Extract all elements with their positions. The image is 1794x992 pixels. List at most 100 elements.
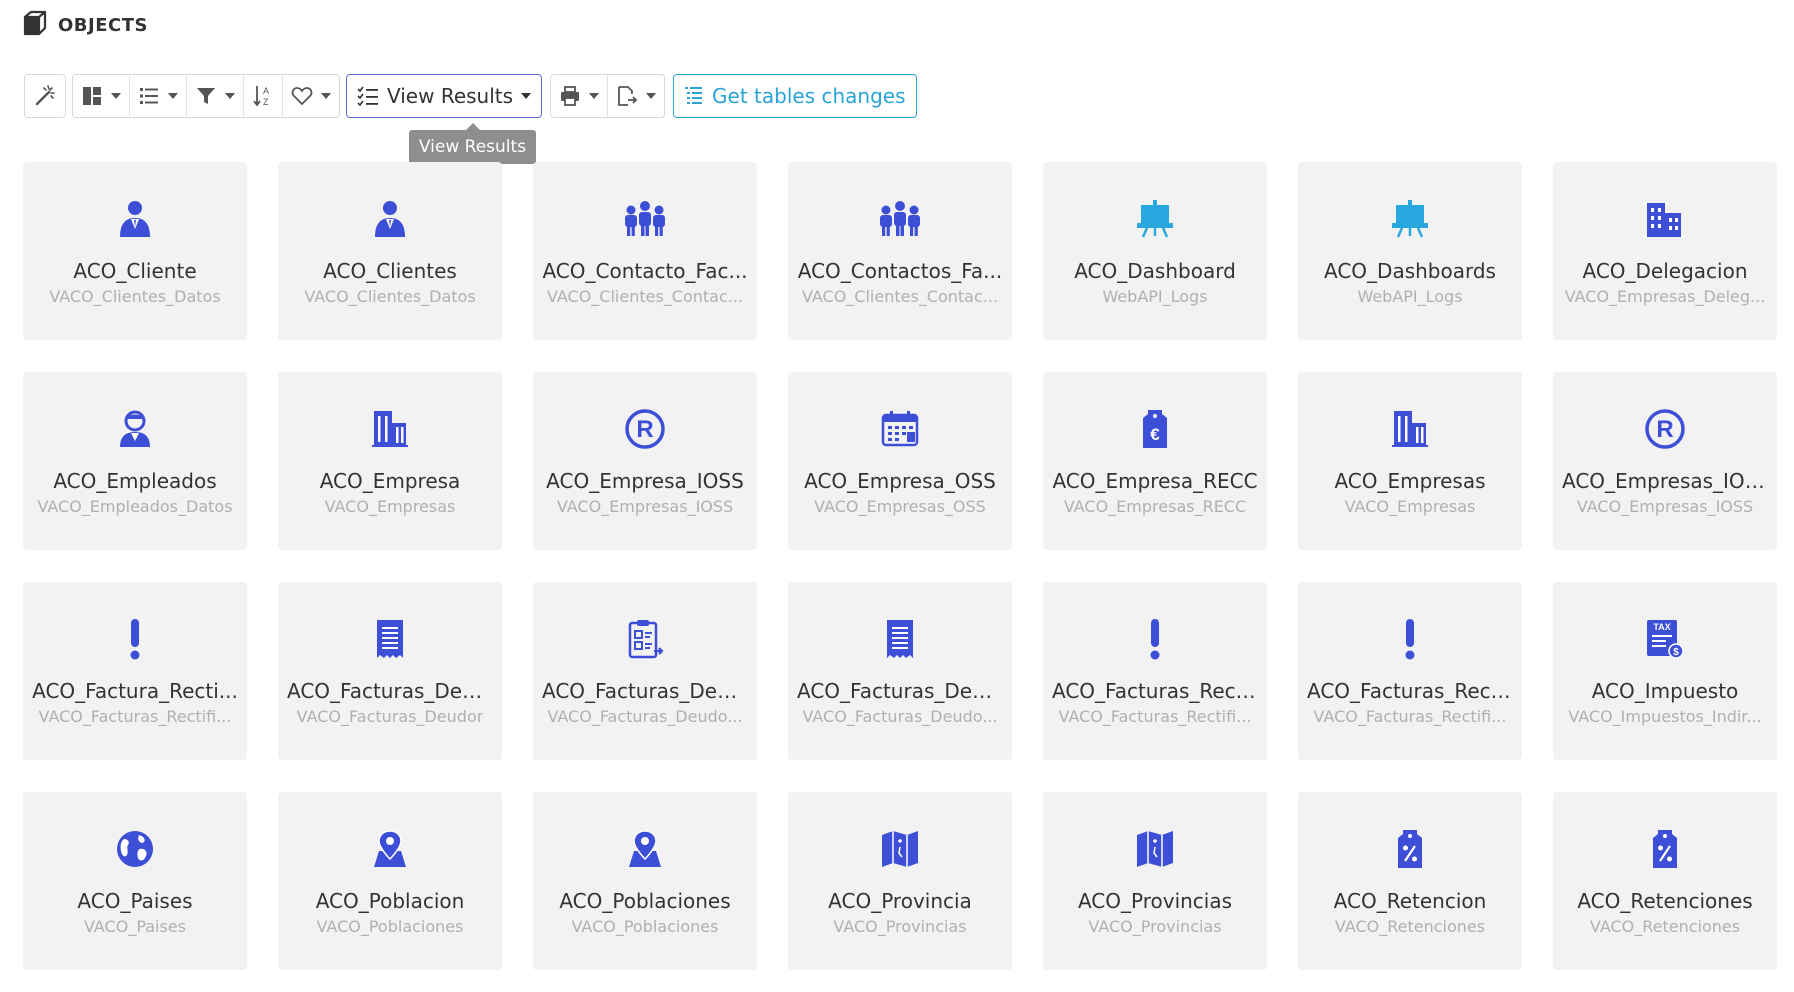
object-card[interactable]: R ACO_Empresas_IOSS VACO_Empresas_IOSS <box>1553 372 1777 550</box>
page-header: OBJECTS <box>22 10 148 40</box>
presentation-board-icon <box>1132 196 1178 242</box>
list-icon <box>140 88 158 104</box>
export-file-icon <box>618 86 638 106</box>
object-card[interactable]: ACO_Clientes VACO_Clientes_Datos <box>278 162 502 340</box>
sort-button[interactable]: A Z <box>244 75 283 117</box>
object-card[interactable]: R ACO_Empresa_IOSS VACO_Empresas_IOSS <box>533 372 757 550</box>
chevron-down-icon <box>321 93 331 99</box>
svg-text:R: R <box>1656 416 1673 443</box>
person-icon <box>367 196 413 242</box>
object-card[interactable]: ACO_Cliente VACO_Clientes_Datos <box>23 162 247 340</box>
filter-button[interactable] <box>187 75 244 117</box>
object-card[interactable]: ACO_Dashboard WebAPI_Logs <box>1043 162 1267 340</box>
export-button[interactable] <box>608 75 664 117</box>
object-card[interactable]: ACO_Facturas_Rect... VACO_Facturas_Rectif… <box>1298 582 1522 760</box>
object-name: ACO_Poblacion <box>315 889 465 913</box>
object-card[interactable]: ACO_Facturas_Deu... VACO_Facturas_Deudo..… <box>788 582 1012 760</box>
object-card[interactable]: ACO_Empresas VACO_Empresas <box>1298 372 1522 550</box>
object-source: VACO_Empleados_Datos <box>37 497 233 516</box>
object-name: ACO_Factura_Recti... <box>32 679 238 703</box>
object-card[interactable]: ACO_Poblaciones VACO_Poblaciones <box>533 792 757 970</box>
person-icon <box>112 196 158 242</box>
object-name: ACO_Poblaciones <box>559 889 731 913</box>
tax-document-icon: TAX $ <box>1642 616 1688 662</box>
object-card[interactable]: € ACO_Empresa_RECC VACO_Empresas_RECC <box>1043 372 1267 550</box>
object-name: ACO_Retenciones <box>1577 889 1753 913</box>
object-name: ACO_Facturas_Rect... <box>1052 679 1258 703</box>
list-button[interactable] <box>130 75 187 117</box>
view-results-button[interactable]: View Results <box>346 74 543 118</box>
object-source: VACO_Poblaciones <box>571 917 719 936</box>
object-name: ACO_Facturas_Deu... <box>797 679 1003 703</box>
table-changes-icon <box>685 87 703 104</box>
object-card[interactable]: ACO_Provincia VACO_Provincias <box>788 792 1012 970</box>
object-name: ACO_Cliente <box>73 259 197 283</box>
object-card[interactable]: ACO_Facturas_Deu... VACO_Facturas_Deudo..… <box>533 582 757 760</box>
objects-grid: ACO_Cliente VACO_Clientes_Datos ACO_Client… <box>23 162 1777 970</box>
presentation-board-icon <box>1387 196 1433 242</box>
object-card[interactable]: ACO_Facturas_Rect... VACO_Facturas_Rectif… <box>1043 582 1267 760</box>
view-options-group: A Z <box>72 74 340 118</box>
magic-wand-icon <box>35 85 55 106</box>
chevron-down-icon <box>589 93 600 99</box>
object-name: ACO_Provincia <box>828 889 972 913</box>
chevron-down-icon <box>225 93 235 99</box>
employee-icon <box>112 406 158 452</box>
object-card[interactable]: ACO_Facturas_Deu... VACO_Facturas_Deudor <box>278 582 502 760</box>
object-source: VACO_Provincias <box>833 917 967 936</box>
object-card[interactable]: ACO_Delegacion VACO_Empresas_Deleg... <box>1553 162 1777 340</box>
object-name: ACO_Contactos_Fa... <box>797 259 1003 283</box>
object-card[interactable]: TAX $ ACO_Impuesto VACO_Impuestos_Indir... <box>1553 582 1777 760</box>
object-name: ACO_Empresa_IOSS <box>546 469 744 493</box>
object-name: ACO_Empresa_OSS <box>804 469 996 493</box>
registered-icon: R <box>1642 406 1688 452</box>
object-source: VACO_Clientes_Contac... <box>546 287 744 306</box>
printer-icon <box>561 86 580 106</box>
object-card[interactable]: ACO_Factura_Recti... VACO_Facturas_Rectif… <box>23 582 247 760</box>
svg-text:€: € <box>1150 425 1160 444</box>
object-name: ACO_Empresas <box>1334 469 1486 493</box>
object-card[interactable]: ACO_Contacto_Fac... VACO_Clientes_Contac.… <box>533 162 757 340</box>
object-card[interactable]: ACO_Dashboards WebAPI_Logs <box>1298 162 1522 340</box>
exclamation-icon <box>112 616 158 662</box>
favorites-button[interactable] <box>283 75 339 117</box>
receipt-icon <box>877 616 923 662</box>
toolbar: A Z View Results Get tables changes <box>24 73 917 119</box>
object-source: VACO_Impuestos_Indir... <box>1568 707 1762 726</box>
object-name: ACO_Empresa <box>319 469 461 493</box>
object-source: VACO_Facturas_Rectifi... <box>1058 707 1252 726</box>
object-card[interactable]: ACO_Empleados VACO_Empleados_Datos <box>23 372 247 550</box>
print-button[interactable] <box>551 75 609 117</box>
euro-tag-icon: € <box>1132 406 1178 452</box>
print-export-group <box>550 74 666 118</box>
chevron-down-icon <box>646 93 657 99</box>
object-name: ACO_Delegacion <box>1582 259 1748 283</box>
object-card[interactable]: ACO_Contactos_Fa... VACO_Clientes_Contac.… <box>788 162 1012 340</box>
percent-tag-icon <box>1642 826 1688 872</box>
object-source: VACO_Empresas <box>1344 497 1476 516</box>
object-source: VACO_Facturas_Rectifi... <box>38 707 232 726</box>
object-name: ACO_Facturas_Rect... <box>1307 679 1513 703</box>
object-source: VACO_Empresas_RECC <box>1063 497 1247 516</box>
object-source: VACO_Empresas_IOSS <box>1576 497 1754 516</box>
get-tables-changes-button[interactable]: Get tables changes <box>673 74 917 118</box>
people-group-icon <box>877 196 923 242</box>
layout-button[interactable] <box>73 75 130 117</box>
checklist-icon <box>357 86 378 107</box>
company-building-icon <box>367 406 413 452</box>
object-source: VACO_Retenciones <box>1334 917 1486 936</box>
layout-grid-icon <box>83 87 101 105</box>
object-card[interactable]: ACO_Retenciones VACO_Retenciones <box>1553 792 1777 970</box>
object-card[interactable]: ACO_Paises VACO_Paises <box>23 792 247 970</box>
receipt-icon <box>367 616 413 662</box>
object-card[interactable]: ACO_Retencion VACO_Retenciones <box>1298 792 1522 970</box>
object-card[interactable]: ACO_Empresa_OSS VACO_Empresas_OSS <box>788 372 1012 550</box>
magic-wand-button[interactable] <box>25 75 65 117</box>
object-source: WebAPI_Logs <box>1357 287 1463 306</box>
object-card[interactable]: ACO_Poblacion VACO_Poblaciones <box>278 792 502 970</box>
object-name: ACO_Impuesto <box>1591 679 1739 703</box>
object-card[interactable]: ACO_Provincias VACO_Provincias <box>1043 792 1267 970</box>
get-tables-changes-label: Get tables changes <box>712 84 906 108</box>
exclamation-icon <box>1387 616 1433 662</box>
object-card[interactable]: ACO_Empresa VACO_Empresas <box>278 372 502 550</box>
